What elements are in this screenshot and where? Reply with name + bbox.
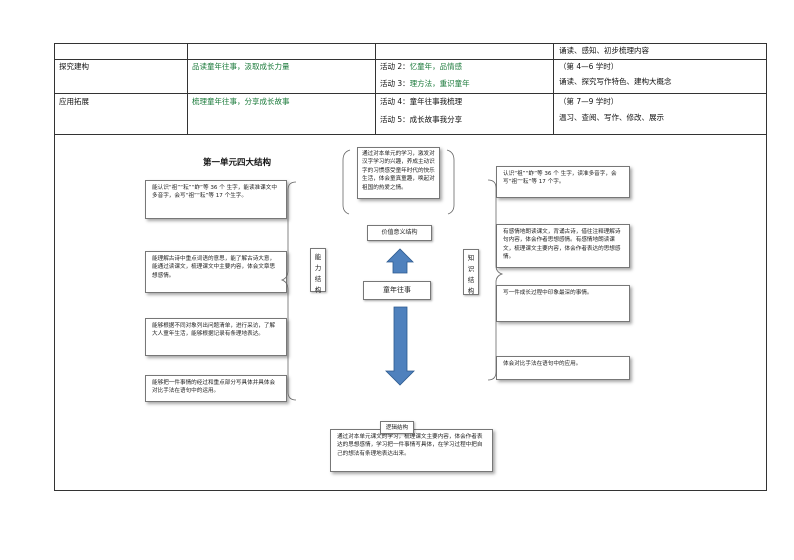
down-arrow bbox=[385, 306, 415, 386]
left-brace bbox=[280, 181, 297, 401]
center-right-brace bbox=[446, 149, 455, 215]
center-left-brace bbox=[342, 149, 351, 215]
right-brace bbox=[487, 179, 504, 381]
up-arrow bbox=[386, 248, 414, 274]
diagram-connectors bbox=[280, 149, 504, 401]
